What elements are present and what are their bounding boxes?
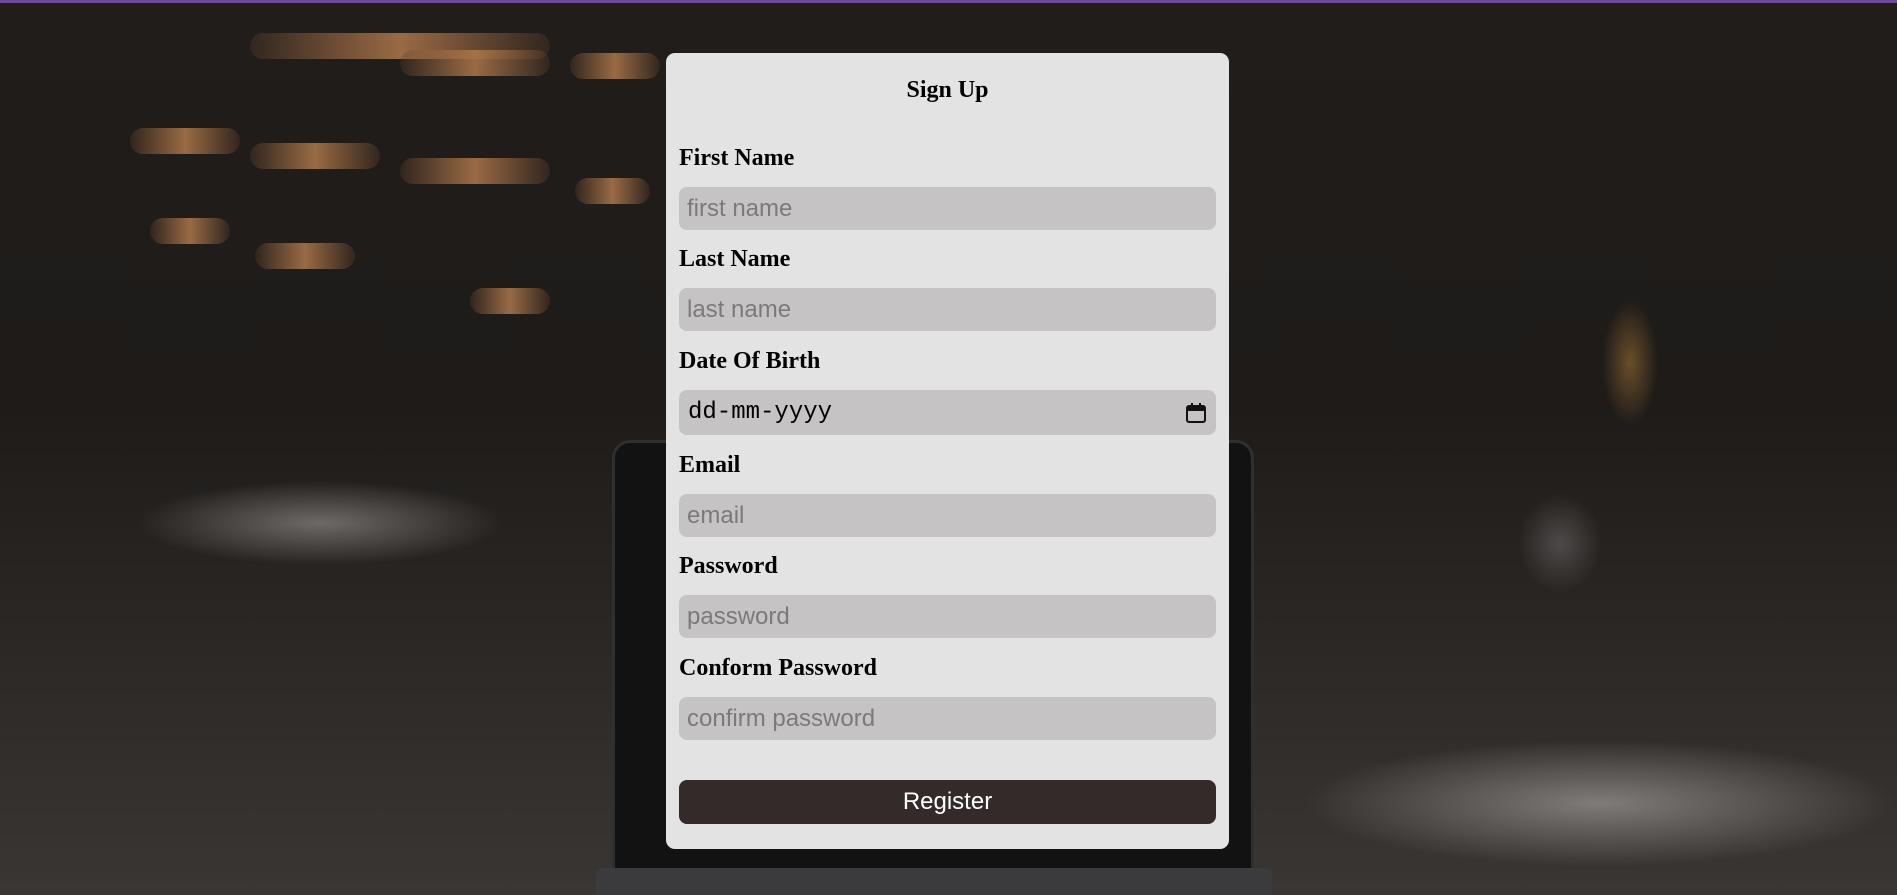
date-of-birth-label: Date Of Birth (679, 348, 821, 374)
background-slat (255, 243, 355, 269)
register-button[interactable]: Register (679, 780, 1216, 824)
form-title: Sign Up (906, 77, 989, 103)
signup-form: Sign Up First Name Last Name Date Of Bir… (666, 53, 1229, 849)
first-name-input[interactable] (679, 187, 1216, 230)
first-name-label: First Name (679, 145, 795, 171)
background-slat (470, 288, 550, 314)
background-slat (400, 50, 550, 76)
calendar-icon[interactable] (1185, 402, 1207, 424)
email-input[interactable] (679, 494, 1216, 537)
last-name-input[interactable] (679, 288, 1216, 331)
background-slat (250, 143, 380, 169)
confirm-password-label: Conform Password (679, 655, 877, 681)
background-slat (130, 128, 240, 154)
background-slat (570, 53, 660, 79)
password-input[interactable] (679, 595, 1216, 638)
background-slat (150, 218, 230, 244)
password-label: Password (679, 553, 778, 579)
confirm-password-input[interactable] (679, 697, 1216, 740)
date-of-birth-input[interactable]: dd-mm-yyyy (679, 390, 1216, 435)
last-name-label: Last Name (679, 246, 791, 272)
background-slat (400, 158, 550, 184)
background-laptop-base (596, 868, 1272, 895)
date-of-birth-value: dd-mm-yyyy (688, 399, 833, 426)
email-label: Email (679, 452, 741, 478)
background-slat (575, 178, 650, 204)
